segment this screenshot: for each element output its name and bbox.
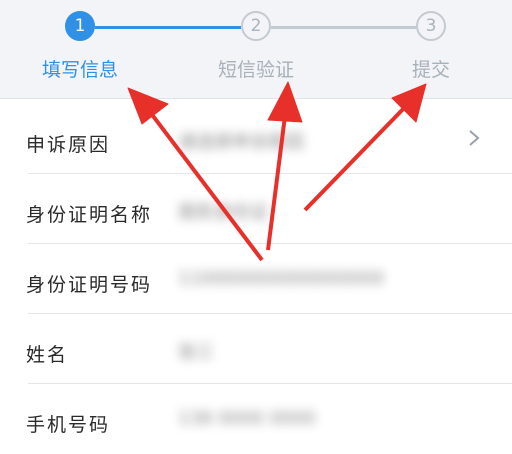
step-3-label: 提交 [411, 59, 451, 81]
step-2-circle: 2 [241, 11, 271, 41]
id-number-label: 身份证明号码 [26, 274, 153, 296]
appeal-reason-label: 申诉原因 [26, 134, 111, 156]
step-connector-2 [271, 26, 416, 29]
form-row-id-number[interactable]: 身份证明号码 110000000000000000 [0, 244, 512, 314]
id-type-value[interactable]: 居民身份证 [178, 198, 268, 224]
step-connector-1 [95, 26, 241, 29]
form-row-id-type[interactable]: 身份证明名称 居民身份证 [0, 174, 512, 244]
appeal-reason-value[interactable]: 请选择申诉原因 [178, 128, 304, 154]
name-label: 姓名 [26, 344, 69, 366]
form-row-name[interactable]: 姓名 张三 [0, 314, 512, 384]
form-row-phone[interactable]: 手机号码 138 0000 0000 [0, 384, 512, 454]
step-2-label: 短信验证 [217, 59, 295, 81]
name-value[interactable]: 张三 [178, 338, 214, 364]
id-number-value[interactable]: 110000000000000000 [178, 268, 384, 289]
phone-value[interactable]: 138 0000 0000 [178, 408, 315, 429]
step-1-label: 填写信息 [41, 59, 119, 81]
form-row-appeal-reason[interactable]: 申诉原因 请选择申诉原因 [0, 104, 512, 174]
step-1-circle: 1 [65, 11, 95, 41]
phone-label: 手机号码 [26, 414, 111, 436]
chevron-right-icon[interactable] [464, 128, 484, 148]
progress-stepper: 1 2 3 填写信息 短信验证 提交 [0, 0, 512, 98]
step-3-circle: 3 [416, 11, 446, 41]
stepper-divider [0, 98, 512, 99]
id-type-label: 身份证明名称 [26, 204, 153, 226]
